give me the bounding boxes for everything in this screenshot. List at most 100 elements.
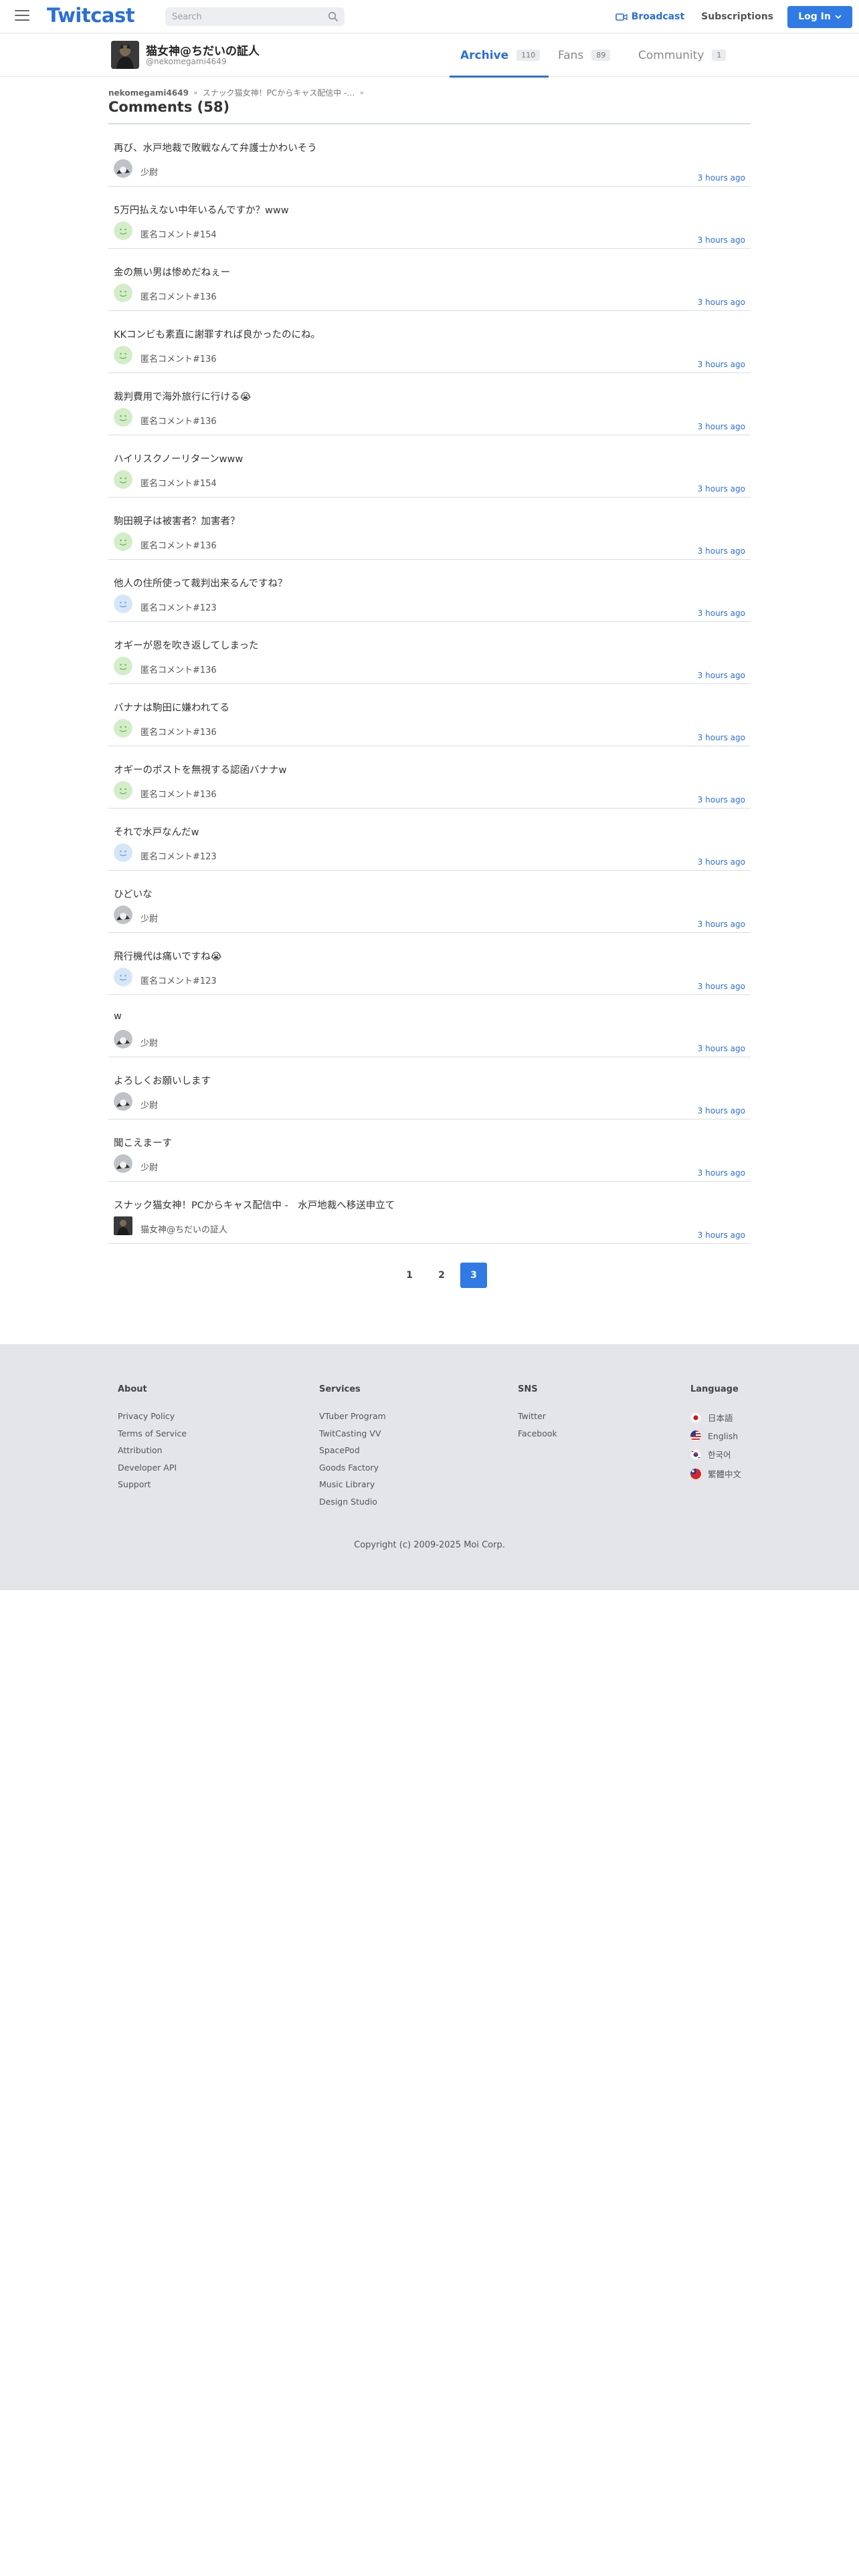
comment-item: それで水戸なんだw 匿名コメント#123 3 hours ago xyxy=(108,809,751,871)
tab-fans[interactable]: Fans 89 xyxy=(549,33,629,77)
comment-timestamp[interactable]: 3 hours ago xyxy=(698,422,745,431)
search-box[interactable] xyxy=(165,7,345,26)
comment-author[interactable]: 匿名コメント#136 xyxy=(140,414,217,427)
profile-name[interactable]: 猫女神@ちだいの証人 xyxy=(146,41,260,58)
comment-timestamp[interactable]: 3 hours ago xyxy=(698,671,745,680)
comment-item: 再び、水戸地裁で敗戦なんて弁護士かわいそう 少尉 3 hours ago xyxy=(108,124,751,187)
tab-archive[interactable]: Archive 110 xyxy=(450,33,549,78)
footer-link[interactable]: Support xyxy=(118,1479,187,1489)
avatar[interactable] xyxy=(114,719,132,738)
comment-author[interactable]: 少尉 xyxy=(140,1036,158,1049)
page-1-button[interactable]: 1 xyxy=(396,1263,423,1288)
language-option[interactable]: English xyxy=(690,1430,741,1441)
comment-timestamp[interactable]: 3 hours ago xyxy=(698,609,745,618)
comment-author[interactable]: 匿名コメント#123 xyxy=(140,849,217,862)
comment-author[interactable]: 匿名コメント#136 xyxy=(140,663,217,675)
page-3-button[interactable]: 3 xyxy=(460,1263,487,1288)
comment-author[interactable]: 匿名コメント#136 xyxy=(140,352,217,364)
footer: About Privacy Policy Terms of Service Attr… xyxy=(0,1344,859,1590)
search-input[interactable] xyxy=(165,7,312,26)
avatar[interactable] xyxy=(114,657,132,675)
comment-timestamp[interactable]: 3 hours ago xyxy=(698,235,745,245)
footer-link[interactable]: Design Studio xyxy=(319,1497,386,1507)
comment-author[interactable]: 匿名コメント#136 xyxy=(140,787,217,800)
footer-link[interactable]: Twitter xyxy=(518,1411,557,1421)
avatar[interactable] xyxy=(114,1154,132,1173)
search-icon[interactable] xyxy=(328,11,339,22)
avatar[interactable] xyxy=(114,968,132,986)
comment-author[interactable]: 匿名コメント#123 xyxy=(140,601,217,613)
avatar[interactable] xyxy=(114,221,132,240)
broadcast-link[interactable]: Broadcast xyxy=(615,11,684,22)
comment-author[interactable]: 少尉 xyxy=(140,911,158,924)
comment-timestamp[interactable]: 3 hours ago xyxy=(698,982,745,991)
comment-author[interactable]: 少尉 xyxy=(140,1160,158,1173)
avatar[interactable] xyxy=(114,1216,132,1235)
avatar[interactable] xyxy=(114,159,132,178)
comment-timestamp[interactable]: 3 hours ago xyxy=(698,733,745,742)
breadcrumb-movie[interactable]: スナック猫女神！PCからキャス配信中 -… xyxy=(203,87,355,98)
footer-link[interactable]: Goods Factory xyxy=(319,1463,386,1473)
footer-about: About Privacy Policy Terms of Service Attr… xyxy=(118,1384,187,1497)
tab-community[interactable]: Community 1 xyxy=(629,33,727,77)
footer-heading: SNS xyxy=(518,1384,538,1394)
comment-author[interactable]: 少尉 xyxy=(140,1098,158,1111)
footer-link[interactable]: VTuber Program xyxy=(319,1411,386,1421)
avatar[interactable] xyxy=(111,41,139,69)
comment-author[interactable]: 匿名コメント#154 xyxy=(140,476,217,489)
comment-author[interactable]: 匿名コメント#154 xyxy=(140,227,217,240)
comment-author[interactable]: 匿名コメント#136 xyxy=(140,725,217,738)
comment-timestamp[interactable]: 3 hours ago xyxy=(698,173,745,183)
avatar[interactable] xyxy=(114,470,132,489)
page-2-button[interactable]: 2 xyxy=(428,1263,455,1288)
avatar[interactable] xyxy=(114,408,132,427)
avatar[interactable] xyxy=(114,1092,132,1111)
footer-link[interactable]: SpacePod xyxy=(319,1445,386,1455)
language-option[interactable]: 日本語 xyxy=(690,1411,741,1424)
comment-timestamp[interactable]: 3 hours ago xyxy=(698,484,745,494)
login-button[interactable]: Log In xyxy=(787,5,852,28)
comment-item: ひどいな少尉 3 hours ago xyxy=(108,871,751,933)
tab-label: Archive xyxy=(460,48,509,62)
avatar[interactable] xyxy=(114,284,132,302)
language-option[interactable]: 한국어 xyxy=(690,1448,741,1461)
comment-author[interactable]: 匿名コメント#136 xyxy=(140,538,217,551)
footer-link[interactable]: Facebook xyxy=(518,1428,557,1438)
footer-link[interactable]: TwitCasting VV xyxy=(319,1428,386,1438)
comment-author[interactable]: 少尉 xyxy=(140,165,158,178)
avatar[interactable] xyxy=(114,346,132,364)
comment-timestamp[interactable]: 3 hours ago xyxy=(698,1044,745,1053)
comment-timestamp[interactable]: 3 hours ago xyxy=(698,1168,745,1178)
comment-author[interactable]: 匿名コメント#123 xyxy=(140,974,217,986)
comment-timestamp[interactable]: 3 hours ago xyxy=(698,546,745,556)
avatar[interactable] xyxy=(114,781,132,800)
footer-link[interactable]: Music Library xyxy=(319,1479,386,1489)
avatar[interactable] xyxy=(114,843,132,862)
footer-link[interactable]: Developer API xyxy=(118,1463,187,1473)
avatar[interactable] xyxy=(114,905,132,924)
avatar[interactable] xyxy=(114,1030,132,1049)
language-option[interactable]: 繁體中文 xyxy=(690,1467,741,1480)
comment-author[interactable]: 匿名コメント#136 xyxy=(140,290,217,302)
comment-item: ハイリスクノーリターンwww 匿名コメント#154 3 hours ago xyxy=(108,435,751,498)
breadcrumb-user[interactable]: nekomegami4649 xyxy=(108,88,189,98)
comment-text: ひどいな xyxy=(114,889,153,900)
comment-list: 再び、水戸地裁で敗戦なんて弁護士かわいそう 少尉 3 hours ago 5万円払えな… xyxy=(108,124,751,1244)
avatar[interactable] xyxy=(114,595,132,613)
comment-author[interactable]: 猫女神@ちだいの証人 xyxy=(140,1222,227,1235)
subscriptions-link[interactable]: Subscriptions xyxy=(701,11,773,22)
comment-timestamp[interactable]: 3 hours ago xyxy=(698,1106,745,1115)
twitcast-logo[interactable]: Twitcast xyxy=(47,4,135,27)
comment-timestamp[interactable]: 3 hours ago xyxy=(698,795,745,804)
comment-timestamp[interactable]: 3 hours ago xyxy=(698,857,745,867)
comment-timestamp[interactable]: 3 hours ago xyxy=(698,298,745,307)
footer-link[interactable]: Privacy Policy xyxy=(118,1411,187,1421)
comment-timestamp[interactable]: 3 hours ago xyxy=(698,920,745,929)
hamburger-icon[interactable] xyxy=(15,10,29,22)
footer-link[interactable]: Attribution xyxy=(118,1445,187,1455)
comment-timestamp[interactable]: 3 hours ago xyxy=(698,1230,745,1240)
footer-link[interactable]: Terms of Service xyxy=(118,1428,187,1438)
comment-timestamp[interactable]: 3 hours ago xyxy=(698,360,745,369)
profile-bar: 猫女神@ちだいの証人 @nekomegami4649 Archive 110 F… xyxy=(0,33,859,78)
avatar[interactable] xyxy=(114,532,132,551)
